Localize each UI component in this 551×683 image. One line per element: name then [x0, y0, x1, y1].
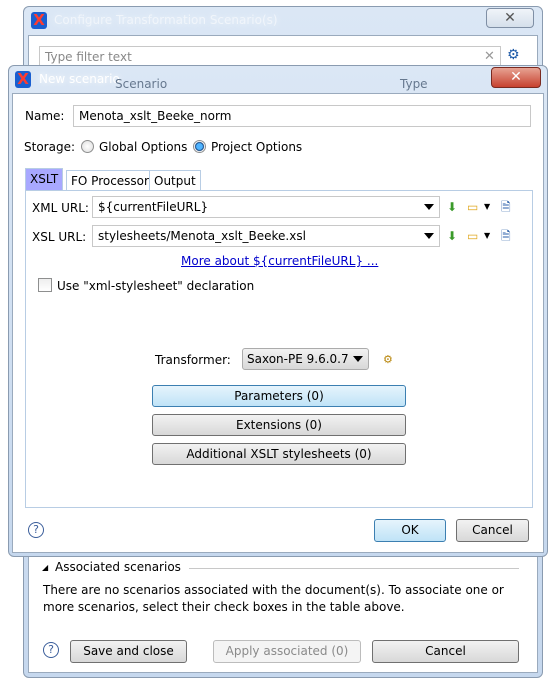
- collapse-triangle-icon[interactable]: ◢: [42, 563, 48, 572]
- cancel-button[interactable]: Cancel: [372, 640, 519, 663]
- global-options-radio[interactable]: [81, 140, 94, 153]
- associated-text-1: There are no scenarios associated with t…: [43, 583, 504, 597]
- xml-stylesheet-checkbox[interactable]: [38, 278, 52, 292]
- xml-url-combo[interactable]: ${currentFileURL}: [92, 196, 440, 218]
- transformer-options-icon[interactable]: ⚙: [383, 353, 393, 366]
- folder-icon[interactable]: ▭: [467, 229, 478, 243]
- apply-associated-button[interactable]: Apply associated (0): [213, 640, 361, 663]
- help-icon[interactable]: ?: [43, 642, 59, 658]
- dialog-title: New scenario: [39, 72, 120, 86]
- dialog-body: Name: Menota_xslt_Beeke_norm Storage: Gl…: [12, 93, 544, 553]
- transformer-value: Saxon-PE 9.6.0.7: [247, 352, 349, 366]
- name-input[interactable]: Menota_xslt_Beeke_norm: [73, 105, 531, 127]
- dropdown-arrow-icon[interactable]: ▼: [484, 200, 490, 214]
- separator: [189, 568, 519, 569]
- project-options-label[interactable]: Project Options: [211, 140, 302, 154]
- project-options-radio[interactable]: [193, 140, 206, 153]
- help-icon[interactable]: ?: [28, 522, 44, 538]
- storage-label: Storage:: [24, 140, 75, 154]
- window-title: Configure Transformation Scenario(s): [54, 13, 278, 27]
- app-logo-icon: X: [15, 71, 31, 88]
- xml-url-label: XML URL:: [32, 201, 89, 215]
- associated-text-2: more scenarios, select their check boxes…: [43, 600, 405, 614]
- chevron-down-icon[interactable]: [353, 356, 363, 362]
- xsl-url-combo[interactable]: stylesheets/Menota_xslt_Beeke.xsl: [92, 225, 440, 247]
- dropdown-arrow-icon[interactable]: ▼: [484, 229, 490, 243]
- insert-editor-variable-icon[interactable]: ⬇: [447, 229, 457, 243]
- save-and-close-button[interactable]: Save and close: [70, 640, 187, 663]
- close-button[interactable]: ✕: [486, 8, 534, 28]
- transformer-select[interactable]: Saxon-PE 9.6.0.7: [242, 348, 369, 370]
- global-options-label[interactable]: Global Options: [99, 140, 187, 154]
- settings-gear-icon[interactable]: ⚙: [507, 47, 520, 63]
- ok-button[interactable]: OK: [374, 519, 446, 542]
- column-type[interactable]: Type: [400, 77, 428, 91]
- insert-editor-variable-icon[interactable]: ⬇: [447, 200, 457, 214]
- xml-stylesheet-label[interactable]: Use "xml-stylesheet" declaration: [57, 279, 254, 293]
- transformer-label: Transformer:: [155, 353, 231, 367]
- new-scenario-dialog: X New scenario ✕ Name: Menota_xslt_Beeke…: [8, 65, 548, 557]
- extensions-button[interactable]: Extensions (0): [152, 414, 406, 436]
- associated-scenarios-label: Associated scenarios: [55, 560, 181, 574]
- cancel-button[interactable]: Cancel: [456, 519, 529, 542]
- column-scenario[interactable]: Scenario: [115, 77, 167, 91]
- close-button[interactable]: ✕: [491, 67, 541, 88]
- additional-stylesheets-button[interactable]: Additional XSLT stylesheets (0): [152, 443, 406, 465]
- more-about-link[interactable]: More about ${currentFileURL} ...: [181, 254, 378, 268]
- folder-icon[interactable]: ▭: [467, 200, 478, 214]
- open-file-icon[interactable]: 🗎: [501, 200, 511, 214]
- parameters-button[interactable]: Parameters (0): [152, 385, 406, 407]
- tab-xslt[interactable]: XSLT: [25, 168, 64, 190]
- name-label: Name:: [25, 109, 65, 123]
- open-file-icon[interactable]: 🗎: [501, 229, 511, 243]
- xsl-url-label: XSL URL:: [32, 230, 87, 244]
- chevron-down-icon[interactable]: [424, 204, 434, 210]
- clear-filter-icon[interactable]: ✕: [484, 49, 495, 64]
- chevron-down-icon[interactable]: [424, 233, 434, 239]
- filter-placeholder: Type filter text: [45, 50, 132, 64]
- tab-output[interactable]: Output: [149, 170, 201, 190]
- app-logo-icon: X: [31, 12, 47, 29]
- tab-fo-processor[interactable]: FO Processor: [66, 170, 154, 190]
